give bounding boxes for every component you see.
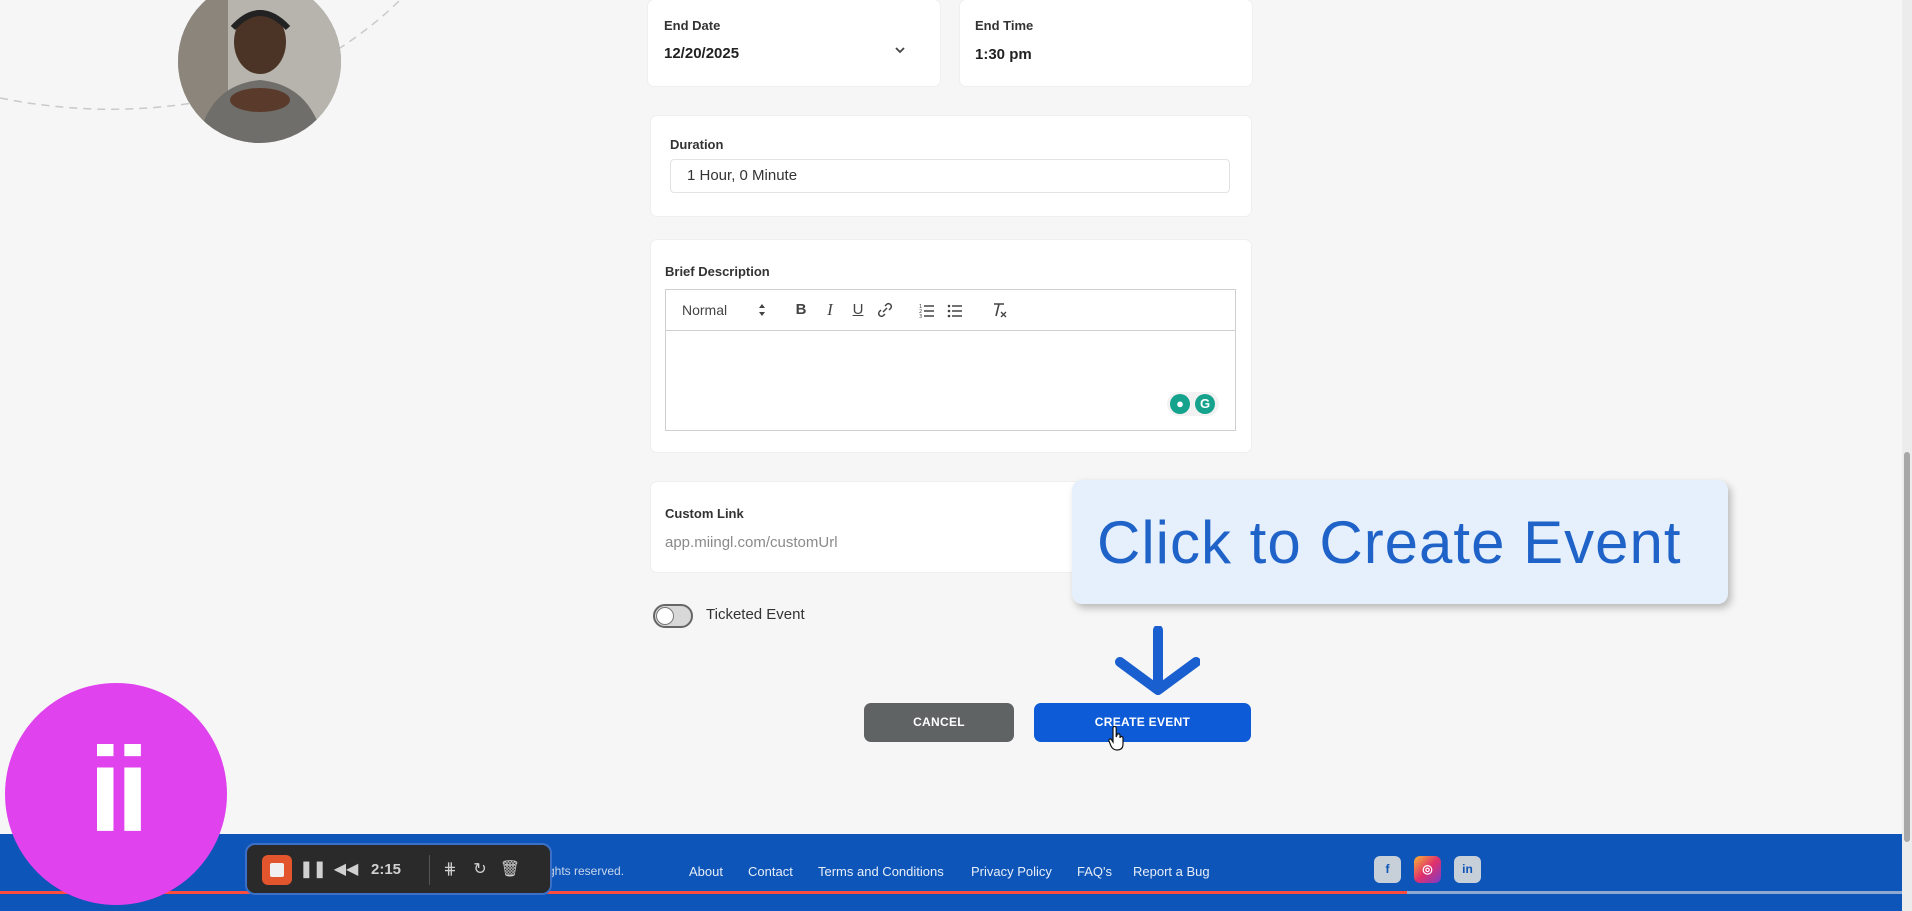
description-label: Brief Description bbox=[665, 264, 770, 279]
italic-button[interactable]: I bbox=[822, 290, 838, 330]
presenter-silhouette-icon bbox=[178, 0, 341, 143]
facebook-icon[interactable]: f bbox=[1374, 856, 1401, 883]
end-date-value[interactable]: 12/20/2025 bbox=[664, 45, 739, 62]
brand-logo-text: ii bbox=[88, 723, 150, 857]
description-card: Brief Description Normal B I U 1 2 3 ● G bbox=[651, 240, 1251, 452]
duration-field[interactable]: 1 Hour, 0 Minute bbox=[670, 159, 1230, 193]
rich-text-editor: Normal B I U 1 2 3 ● G bbox=[665, 289, 1236, 431]
footer-link-contact[interactable]: Contact bbox=[748, 864, 793, 879]
ordered-list-icon[interactable]: 1 2 3 bbox=[919, 302, 935, 318]
svg-text:3: 3 bbox=[919, 314, 922, 318]
chevron-down-icon[interactable] bbox=[894, 46, 906, 56]
grammarly-widget[interactable]: ● G bbox=[1167, 392, 1219, 416]
select-arrows-icon[interactable] bbox=[758, 303, 766, 317]
end-date-card: End Date 12/20/2025 bbox=[648, 0, 940, 86]
rewind-icon[interactable]: ◀◀ bbox=[331, 855, 361, 885]
pause-icon[interactable]: ❚❚ bbox=[299, 855, 327, 885]
end-time-value[interactable]: 1:30 pm bbox=[975, 46, 1032, 63]
clear-format-icon[interactable] bbox=[990, 301, 1008, 319]
footer-link-privacy[interactable]: Privacy Policy bbox=[971, 864, 1052, 879]
bullet-list-icon[interactable] bbox=[947, 302, 963, 318]
recorder-divider bbox=[429, 855, 430, 885]
footer-link-terms[interactable]: Terms and Conditions bbox=[818, 864, 944, 879]
tutorial-callout: Click to Create Event bbox=[1072, 480, 1728, 604]
presenter-webcam-avatar bbox=[178, 0, 341, 143]
grid-icon[interactable]: ⋕ bbox=[437, 855, 463, 885]
footer-link-about[interactable]: About bbox=[689, 864, 723, 879]
toggle-knob bbox=[656, 607, 674, 625]
end-time-card: End Time 1:30 pm bbox=[960, 0, 1252, 86]
create-event-button[interactable]: CREATE EVENT bbox=[1034, 703, 1251, 742]
custom-link-label: Custom Link bbox=[665, 506, 744, 521]
ticketed-event-toggle[interactable] bbox=[653, 604, 693, 628]
restart-icon[interactable]: ↻ bbox=[467, 855, 493, 885]
instagram-icon[interactable]: ◎ bbox=[1414, 856, 1441, 883]
link-icon[interactable] bbox=[877, 302, 893, 318]
arrow-down-icon bbox=[1115, 626, 1200, 695]
page-scrollbar-thumb[interactable] bbox=[1904, 452, 1910, 842]
recording-timer: 2:15 bbox=[370, 861, 402, 878]
end-time-label: End Time bbox=[975, 18, 1034, 33]
format-select[interactable]: Normal bbox=[682, 290, 762, 330]
grammarly-g-icon[interactable]: G bbox=[1195, 394, 1215, 414]
ticketed-event-label: Ticketed Event bbox=[706, 606, 805, 623]
footer-link-faq[interactable]: FAQ's bbox=[1077, 864, 1112, 879]
screen-recorder-controls: ❚❚ ◀◀ 2:15 ⋕ ↻ 🗑 bbox=[245, 843, 552, 895]
video-progress-fill bbox=[0, 891, 1408, 894]
editor-content-area[interactable] bbox=[666, 330, 1235, 430]
stop-record-button[interactable] bbox=[262, 855, 292, 885]
editor-toolbar: Normal B I U 1 2 3 bbox=[666, 290, 1235, 331]
custom-link-input[interactable]: app.miingl.com/customUrl bbox=[665, 534, 838, 551]
hand-cursor-icon bbox=[1108, 726, 1124, 751]
callout-text: Click to Create Event bbox=[1097, 509, 1682, 576]
copyright-text: ghts reserved. bbox=[548, 864, 625, 878]
linkedin-icon[interactable]: in bbox=[1454, 856, 1481, 883]
bold-button[interactable]: B bbox=[793, 290, 809, 330]
grammarly-bulb-icon[interactable]: ● bbox=[1170, 394, 1190, 414]
end-date-label: End Date bbox=[664, 18, 721, 33]
duration-label: Duration bbox=[670, 137, 724, 152]
underline-button[interactable]: U bbox=[850, 290, 866, 330]
cancel-button[interactable]: CANCEL bbox=[864, 703, 1014, 742]
trash-icon[interactable]: 🗑 bbox=[497, 855, 523, 885]
duration-card: Duration 1 Hour, 0 Minute bbox=[651, 116, 1251, 216]
brand-logo: ii bbox=[5, 683, 227, 905]
footer-link-report-bug[interactable]: Report a Bug bbox=[1133, 864, 1210, 879]
